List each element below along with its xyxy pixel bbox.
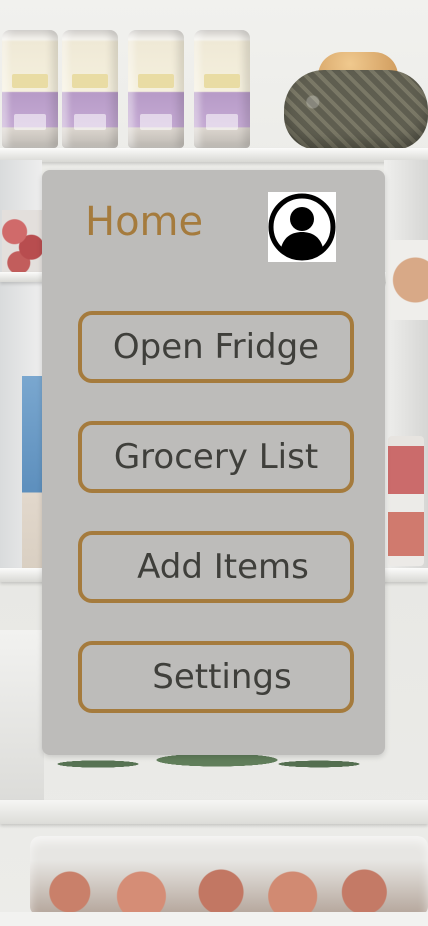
profile-button[interactable]	[268, 192, 336, 262]
open-fridge-label: Open Fridge	[112, 327, 320, 367]
drink-can	[194, 30, 250, 148]
drink-can	[62, 30, 118, 148]
produce	[386, 240, 428, 320]
fridge-shelf	[0, 800, 428, 824]
user-profile-icon	[268, 193, 336, 261]
crisper-drawer	[30, 836, 428, 916]
home-menu-panel: Home Open Fridge Grocery List Add Items …	[42, 170, 385, 755]
drawer-edge	[0, 912, 428, 926]
drink-can	[128, 30, 184, 148]
fruit-bowl	[284, 70, 428, 150]
tomatoes	[2, 210, 44, 272]
settings-button[interactable]: Settings	[78, 641, 354, 713]
settings-label: Settings	[152, 657, 292, 697]
fridge-shelf	[0, 148, 428, 162]
food-containers	[388, 436, 424, 566]
add-items-button[interactable]: Add Items	[78, 531, 354, 603]
grocery-list-button[interactable]: Grocery List	[78, 421, 354, 493]
grocery-list-label: Grocery List	[113, 437, 319, 477]
page-title: Home	[85, 199, 204, 245]
open-fridge-button[interactable]: Open Fridge	[78, 311, 354, 383]
add-items-label: Add Items	[137, 547, 309, 587]
drink-can	[2, 30, 58, 148]
